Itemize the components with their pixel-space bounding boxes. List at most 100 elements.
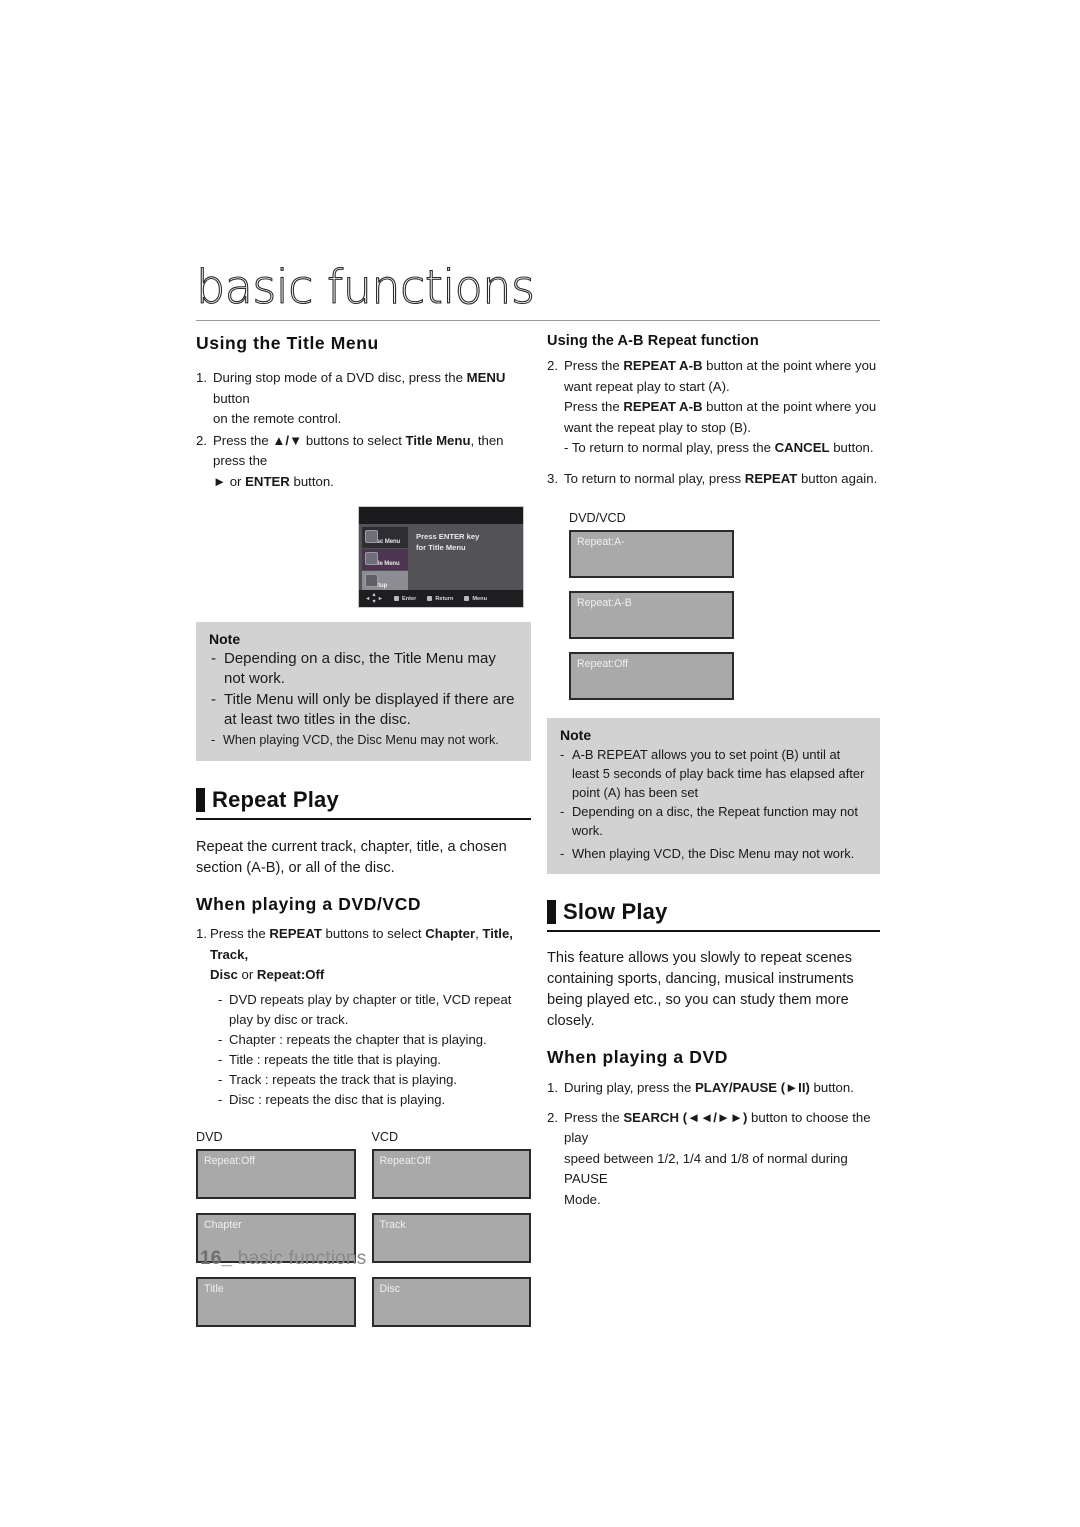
step-continuation: - To return to normal play, press the CA… xyxy=(564,438,880,459)
menu-button-label: MENU xyxy=(466,370,506,385)
osd-hint-label: Return xyxy=(435,595,454,602)
list-item: Track : repeats the track that is playin… xyxy=(218,1070,531,1090)
osd-top-bar xyxy=(359,507,523,524)
dpad-icon: ◄ ▲ ▼ ► xyxy=(365,592,384,605)
dvd-label: DVD xyxy=(196,1129,223,1144)
list-item: When playing VCD, the Disc Menu may not … xyxy=(209,731,518,750)
osd-value-box: Repeat:A- xyxy=(569,530,734,578)
step-continuation: Mode. xyxy=(564,1191,601,1207)
slow-play-intro: This feature allows you slowly to repeat… xyxy=(547,950,854,1029)
step-number: 2. xyxy=(547,1109,558,1125)
disc-option-label: Disc xyxy=(210,967,238,982)
osd-value-box: Repeat:Off xyxy=(569,652,734,700)
enter-button-label: ENTER xyxy=(245,473,290,489)
osd-value-box: Disc xyxy=(371,1276,531,1327)
repeat-play-details: DVD repeats play by chapter or title, VC… xyxy=(196,990,531,1110)
ab-repeat-heading: Using the A-B Repeat function xyxy=(547,333,759,349)
button-icon xyxy=(464,596,470,601)
list-item: Depending on a disc, the Title Menu may … xyxy=(209,649,518,689)
right-column: Using the A-B Repeat function 2. Press th… xyxy=(547,333,880,1211)
step-text: Press the xyxy=(564,1109,624,1125)
repeat-ab-button-label: REPEAT A-B xyxy=(623,399,703,414)
step-text-tail: button at the point where you xyxy=(702,358,877,373)
footer-chapter-label: basic functions xyxy=(237,1248,367,1269)
right-arrow-icon: ► xyxy=(213,473,227,489)
up-down-arrows-icon: ▲/▼ xyxy=(272,432,303,448)
repeat-off-option-label: Repeat:Off xyxy=(256,967,325,982)
page-title: basic functions xyxy=(195,260,535,314)
page-number: 16_ xyxy=(200,1248,233,1269)
osd-hint-return: Return xyxy=(427,596,453,602)
list-item: Title Menu will only be displayed if the… xyxy=(209,690,518,730)
left-column: Using the Title Menu 1. During stop mode … xyxy=(196,333,531,1327)
step-continuation: Press the REPEAT A-B button at the point… xyxy=(564,397,880,418)
cont-text-tail: button. xyxy=(829,440,874,455)
page-footer: 16_ basic functions xyxy=(200,1248,366,1270)
dvd-osd-group: DVD Repeat:Off Chapter Title xyxy=(196,1130,356,1327)
when-playing-dvd-heading: When playing a DVD xyxy=(547,1047,728,1067)
button-icon xyxy=(427,596,433,601)
osd-value-box: Repeat:Off xyxy=(196,1148,356,1199)
step-number: 3. xyxy=(547,470,558,486)
list-item: 2. Press the ▲/▼ buttons to select Title … xyxy=(196,431,531,493)
disc-icon xyxy=(365,530,378,543)
osd-tab-title-menu[interactable]: Title Menu xyxy=(362,549,408,570)
repeat-play-section-title: Repeat Play xyxy=(196,787,531,820)
osd-value-box: Repeat:Off xyxy=(371,1148,531,1199)
step-text: To return to normal play, press xyxy=(564,470,745,486)
list-item: Chapter : repeats the chapter that is pl… xyxy=(218,1030,531,1050)
when-playing-dvd-vcd-heading: When playing a DVD/VCD xyxy=(196,894,422,914)
list-item: When playing VCD, the Disc Menu may not … xyxy=(560,844,867,863)
step-number: 1. xyxy=(196,370,207,385)
osd-bottom-bar: ◄ ▲ ▼ ► Enter Return Menu xyxy=(359,590,523,607)
step-continuation: ► or ENTER button. xyxy=(213,472,531,493)
list-item: A-B REPEAT allows you to set point (B) u… xyxy=(560,745,867,802)
osd-hint-label: Enter xyxy=(402,595,417,602)
step-text-tail: button xyxy=(213,390,250,406)
osd-hint-menu: Menu xyxy=(464,596,487,602)
ab-repeat-osd-group: DVD/VCD Repeat:A- Repeat:A-B Repeat:Off xyxy=(569,511,734,700)
title-menu-label: Title Menu xyxy=(405,432,471,448)
step-number: 1. xyxy=(196,926,207,941)
disc-icon xyxy=(365,552,378,565)
cont-text: or xyxy=(237,967,257,982)
step-text: During stop mode of a DVD disc, press th… xyxy=(213,370,467,385)
osd-message: Press ENTER key for Title Menu xyxy=(416,531,479,553)
repeat-play-intro: Repeat the current track, chapter, title… xyxy=(196,839,507,876)
list-item: 2. Press the SEARCH (◄◄/►►) button to cho… xyxy=(547,1108,880,1211)
cancel-button-label: CANCEL xyxy=(774,440,830,455)
repeat-play-steps: 1. Press the REPEAT buttons to select Cha… xyxy=(196,924,531,986)
osd-hint-enter: Enter xyxy=(394,596,416,602)
button-icon xyxy=(394,596,400,601)
repeat-osd-groups: DVD Repeat:Off Chapter Title VCD Repeat:… xyxy=(196,1130,531,1327)
using-title-menu-heading: Using the Title Menu xyxy=(196,333,379,353)
osd-tab-setup[interactable]: Setup xyxy=(362,571,408,592)
osd-message-line-2: for Title Menu xyxy=(416,543,466,552)
step-text: During play, press the xyxy=(564,1080,695,1095)
list-item: 1. During play, press the PLAY/PAUSE (►II… xyxy=(547,1078,880,1099)
step-continuation: want the repeat play to stop (B). xyxy=(564,419,751,435)
search-button-label: SEARCH (◄◄/►►) xyxy=(623,1109,748,1125)
slow-play-steps: 1. During play, press the PLAY/PAUSE (►II… xyxy=(547,1078,880,1210)
repeat-ab-button-label: REPEAT A-B xyxy=(623,358,703,373)
step-text-tail: button again. xyxy=(797,470,878,486)
cont-text: - To return to normal play, press the xyxy=(564,440,775,455)
list-item: Title : repeats the title that is playin… xyxy=(218,1050,531,1070)
osd-tab-disc-menu[interactable]: Disc Menu xyxy=(362,527,408,548)
page-header: basic functions xyxy=(195,260,880,324)
note-title: Note xyxy=(209,631,241,647)
header-divider xyxy=(196,320,880,321)
osd-value-box: Repeat:A-B xyxy=(569,591,734,639)
step-text-mid: buttons to select xyxy=(302,432,406,448)
gear-icon xyxy=(365,574,378,587)
osd-message-line-1: Press ENTER key xyxy=(416,532,480,541)
repeat-button-label: REPEAT xyxy=(269,926,322,941)
title-menu-note-box: Note Depending on a disc, the Title Menu… xyxy=(196,622,531,761)
manual-page: basic functions Using the Title Menu 1. D… xyxy=(0,0,1080,1527)
ab-repeat-steps: 2. Press the REPEAT A-B button at the poi… xyxy=(547,356,880,489)
step-continuation: speed between 1/2, 1/4 and 1/8 of normal… xyxy=(564,1150,848,1187)
step-text-mid: buttons to select xyxy=(321,926,426,941)
note-items: Depending on a disc, the Title Menu may … xyxy=(209,649,518,750)
list-item: 3. To return to normal play, press REPEAT… xyxy=(547,469,880,490)
step-continuation: on the remote control. xyxy=(213,411,342,426)
